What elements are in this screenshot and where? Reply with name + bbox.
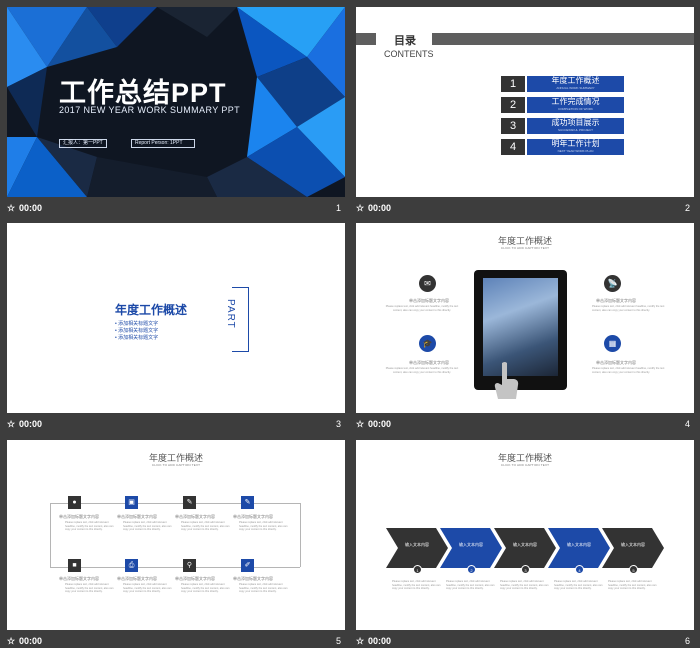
pen-icon: ✎ (241, 496, 254, 509)
slide-5-subtitle: CLICK TO ADD CAPTION TEXT (151, 463, 201, 467)
process-step-1: 输入文本内容 (386, 528, 448, 568)
process-step-3: 输入文本内容 (494, 528, 556, 568)
slide-6-subtitle: CLICK TO ADD CAPTION TEXT (500, 463, 550, 467)
mail-icon: ✉ (419, 275, 436, 292)
slide-3-canvas: 年度工作概述 • 添加相关标题文字 • 添加相关标题文字 • 添加相关标题文字 … (7, 223, 345, 413)
step-dot-5: 5 (629, 565, 638, 574)
slide-2-caption: ☆ 00:00 2 (356, 203, 690, 213)
process-step-5: 输入文本内容 (602, 528, 664, 568)
step-dot-3: 3 (521, 565, 530, 574)
star-icon: ☆ (356, 636, 365, 646)
contents-title: 目录 (394, 35, 416, 47)
star-icon: ☆ (356, 419, 365, 429)
slide-1-time: 00:00 (19, 203, 43, 213)
slide-4-caption: ☆ 00:00 4 (356, 419, 690, 429)
search-icon: ⚲ (183, 559, 196, 572)
slide-2-canvas: 目录 CONTENTS 1 年度工作概述 ANNUAL WORK SUMMARY… (356, 7, 694, 197)
pen-icon: ✎ (183, 496, 196, 509)
star-icon: ☆ (7, 636, 16, 646)
star-icon: ☆ (7, 203, 16, 213)
step-dot-2: 2 (467, 565, 476, 574)
toc-item-1[interactable]: 1 年度工作概述 ANNUAL WORK SUMMARY (501, 76, 624, 92)
bullet-3: • 添加相关标题文字 (115, 335, 159, 341)
toc-item-3[interactable]: 3 成功项目展示 SUCCESSFUL PROJECT (501, 118, 624, 134)
process-step-2: 输入文本内容 (440, 528, 502, 568)
reporter-box: 汇报人：第一PPT (59, 139, 107, 148)
brush-icon: ✐ (241, 559, 254, 572)
printer-icon: ⎙ (125, 559, 138, 572)
section-title: 年度工作概述 (115, 303, 188, 317)
slide-4-subtitle: CLICK TO ADD CAPTION TEXT (500, 246, 550, 250)
slide-4-canvas: 年度工作概述 CLICK TO ADD CAPTION TEXT ✉ 单击添加标… (356, 223, 694, 413)
star-icon: ☆ (7, 419, 16, 429)
step-dot-4: 4 (575, 565, 584, 574)
bullet-2: • 添加相关标题文字 (115, 328, 159, 334)
slide-5-canvas: 年度工作概述 CLICK TO ADD CAPTION TEXT ● ▣ ✎ ✎… (7, 440, 345, 630)
slide-3-caption: ☆ 00:00 3 (7, 419, 341, 429)
calculator-icon: ▦ (604, 335, 621, 352)
satellite-dish-icon: 📡 (604, 275, 621, 292)
bullet-1: • 添加相关标题文字 (115, 321, 159, 327)
toc-item-4[interactable]: 4 明年工作计划 NEXT YEAR WORK PLAN (501, 139, 624, 155)
lock-icon: ▣ (125, 496, 138, 509)
toc-item-2[interactable]: 2 工作完成情况 COMPLETION OF WORK (501, 97, 624, 113)
reporter-en-box: Report Person: 1PPT (131, 139, 195, 148)
part-label: PART (225, 299, 236, 329)
slide-1-number: 1 (335, 203, 341, 213)
slide-6-canvas: 年度工作概述 CLICK TO ADD CAPTION TEXT 输入文本内容 … (356, 440, 694, 630)
star-icon: ☆ (356, 203, 365, 213)
slide-1-canvas: 工作总结PPT 2017 NEW YEAR WORK SUMMARY PPT 汇… (7, 7, 345, 197)
process-step-4: 输入文本内容 (548, 528, 610, 568)
slide-5-caption: ☆ 00:00 5 (7, 636, 341, 646)
briefcase-icon: ■ (68, 559, 81, 572)
hand-icon (494, 362, 519, 399)
step-dot-1: 1 (413, 565, 422, 574)
slide-1-subtitle: 2017 NEW YEAR WORK SUMMARY PPT (59, 105, 241, 115)
user-icon: ● (68, 496, 81, 509)
graduation-cap-icon: 🎓 (419, 335, 436, 352)
slide-6-caption: ☆ 00:00 6 (356, 636, 690, 646)
contents-subtitle: CONTENTS (384, 49, 434, 59)
slide-1-caption: ☆ 00:00 1 (7, 203, 345, 217)
